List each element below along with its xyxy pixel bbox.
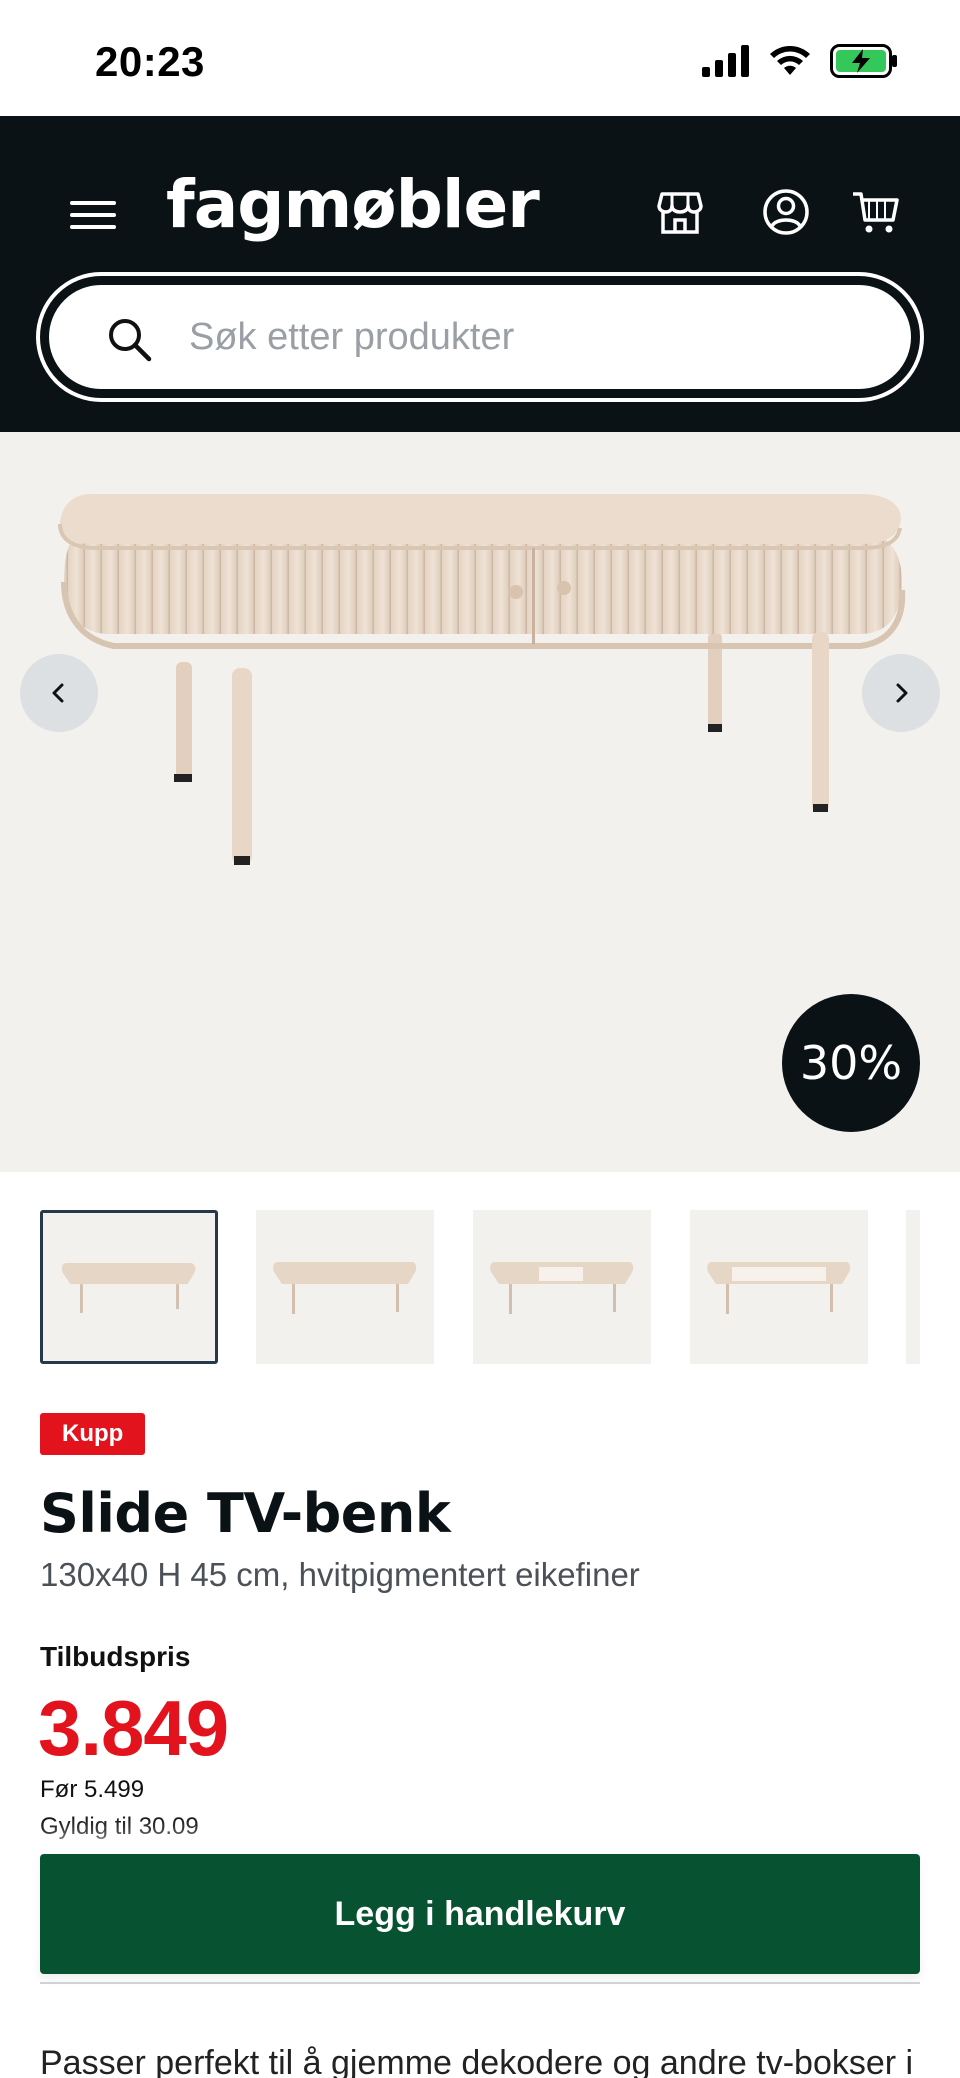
product-subtitle: 130x40 H 45 cm, hvitpigmentert eikefiner xyxy=(40,1556,640,1593)
user-icon[interactable] xyxy=(760,186,812,238)
divider xyxy=(40,1982,920,1984)
thumbnail-1[interactable] xyxy=(40,1210,218,1364)
add-to-cart-button[interactable]: Legg i handlekurv xyxy=(40,1854,920,1974)
thumbnail-strip xyxy=(40,1210,920,1364)
thumbnail-2[interactable] xyxy=(256,1210,434,1364)
search-icon xyxy=(109,319,152,362)
logo[interactable]: fagmøbler xyxy=(166,166,540,243)
search-bar[interactable] xyxy=(36,272,924,402)
price-label: Tilbudspris xyxy=(40,1641,191,1672)
search-input[interactable] xyxy=(189,285,889,389)
wifi-icon xyxy=(770,46,810,75)
chevron-left-icon xyxy=(52,683,64,703)
battery-charging-icon xyxy=(830,44,897,78)
product-gallery: 30% xyxy=(0,432,960,1172)
cart-icon[interactable] xyxy=(850,186,902,238)
status-bar: 20:23 xyxy=(0,0,960,116)
thumbnail-4[interactable] xyxy=(690,1210,868,1364)
gallery-prev-button[interactable] xyxy=(20,654,98,732)
signal-icon xyxy=(702,45,749,77)
deal-badge: Kupp xyxy=(40,1413,146,1455)
offer-valid-until: Gyldig til 30.09 xyxy=(40,1813,199,1840)
gallery-next-button[interactable] xyxy=(862,654,940,732)
status-icons xyxy=(702,44,898,78)
status-time: 20:23 xyxy=(95,38,205,85)
product-title: Slide TV-benk xyxy=(40,1482,451,1545)
product-description: Passer perfekt til å gjemme dekodere og … xyxy=(40,2044,914,2078)
thumbnail-3[interactable] xyxy=(473,1210,651,1364)
sale-price: 3.849 xyxy=(38,1684,229,1772)
menu-icon[interactable] xyxy=(70,192,116,238)
site-header: fagmøbler xyxy=(0,116,960,432)
thumbnail-5[interactable] xyxy=(906,1210,920,1364)
before-price: Før 5.499 xyxy=(40,1776,145,1803)
store-icon[interactable] xyxy=(654,186,706,238)
discount-badge: 30% xyxy=(782,994,920,1132)
chevron-right-icon xyxy=(896,683,908,703)
